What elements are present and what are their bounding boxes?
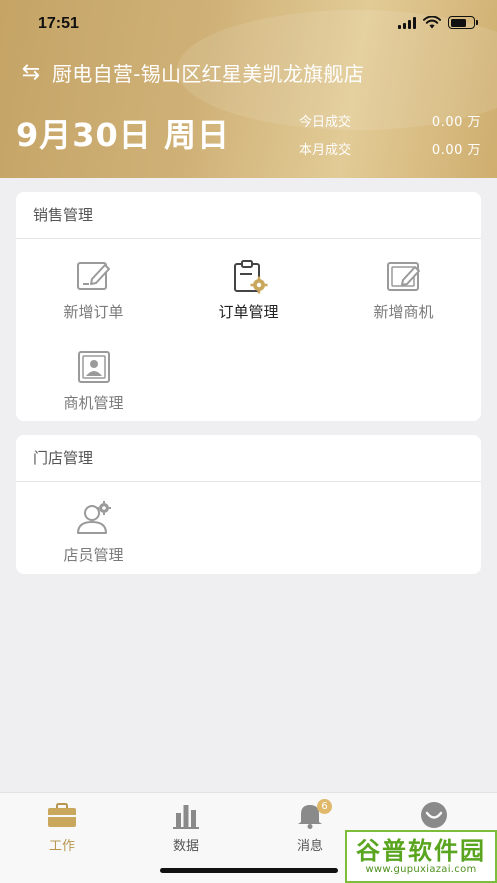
edit-card-icon — [386, 262, 420, 291]
store-card: 门店管理 店员管理 — [16, 435, 481, 574]
stat-today: 今日成交 0.00 万 — [299, 106, 481, 134]
current-date: 9月30日 周日 — [16, 116, 230, 154]
status-time: 17:51 — [38, 15, 79, 32]
user-gear-icon — [76, 501, 111, 534]
tab-label: 消息 — [296, 839, 323, 854]
sales-card: 销售管理 新增订单 订单管理 新增商机 商机管理 — [16, 192, 481, 421]
message-count-badge: 6 — [317, 799, 332, 814]
watermark-url: www.gupuxiazai.com — [365, 864, 477, 875]
smile-icon — [421, 802, 447, 828]
signal-icon — [398, 16, 416, 29]
clipboard-gear-icon — [233, 260, 267, 294]
stat-label: 本月成交 — [299, 142, 352, 158]
edit-document-icon — [76, 262, 110, 290]
section-title-sales: 销售管理 — [16, 192, 481, 239]
stat-value: 0.00 万 — [431, 114, 481, 130]
status-bar: 17:51 — [0, 0, 497, 46]
tile-staff-management[interactable]: 店员管理 — [16, 482, 171, 572]
tile-new-order[interactable]: 新增订单 — [16, 239, 171, 329]
tile-label: 新增商机 — [373, 303, 434, 321]
tile-label: 商机管理 — [63, 394, 124, 412]
tile-new-lead[interactable]: 新增商机 — [326, 239, 481, 329]
home-indicator — [160, 868, 338, 873]
swap-arrows-icon[interactable]: ⇆ — [20, 60, 42, 85]
battery-icon — [448, 16, 478, 29]
stat-label: 今日成交 — [299, 114, 352, 130]
bar-chart-icon — [173, 805, 199, 829]
tile-label: 订单管理 — [218, 303, 279, 321]
stat-value: 0.00 万 — [431, 142, 481, 158]
tab-work[interactable]: 工作 — [0, 801, 124, 854]
status-icons — [398, 16, 478, 29]
store-switcher[interactable]: ⇆ 厨电自营-锡山区红星美凯龙旗舰店 — [20, 58, 364, 87]
tab-data[interactable]: 数据 — [124, 801, 248, 854]
tile-order-management[interactable]: 订单管理 — [171, 239, 326, 329]
tab-label: 数据 — [172, 839, 199, 854]
contact-card-icon — [77, 351, 110, 383]
sales-stats: 今日成交 0.00 万 本月成交 0.00 万 — [299, 106, 481, 162]
tile-label: 新增订单 — [63, 303, 124, 321]
tile-label: 店员管理 — [63, 546, 124, 564]
watermark-title: 谷普软件园 — [356, 837, 486, 865]
tile-lead-management[interactable]: 商机管理 — [16, 330, 171, 420]
store-name: 厨电自营-锡山区红星美凯龙旗舰店 — [52, 62, 365, 86]
bell-icon-wrap: 6 — [295, 799, 332, 829]
site-watermark: 谷普软件园 www.gupuxiazai.com — [345, 830, 497, 883]
section-title-store: 门店管理 — [16, 435, 481, 482]
header-banner: 17:51 ⇆ 厨电自营-锡山区红星美凯龙旗舰店 9月30日 周日 今日成交 0… — [0, 0, 497, 178]
stat-month: 本月成交 0.00 万 — [299, 134, 481, 162]
tab-label: 工作 — [48, 839, 75, 854]
briefcase-icon — [48, 803, 76, 827]
wifi-icon — [423, 16, 441, 29]
